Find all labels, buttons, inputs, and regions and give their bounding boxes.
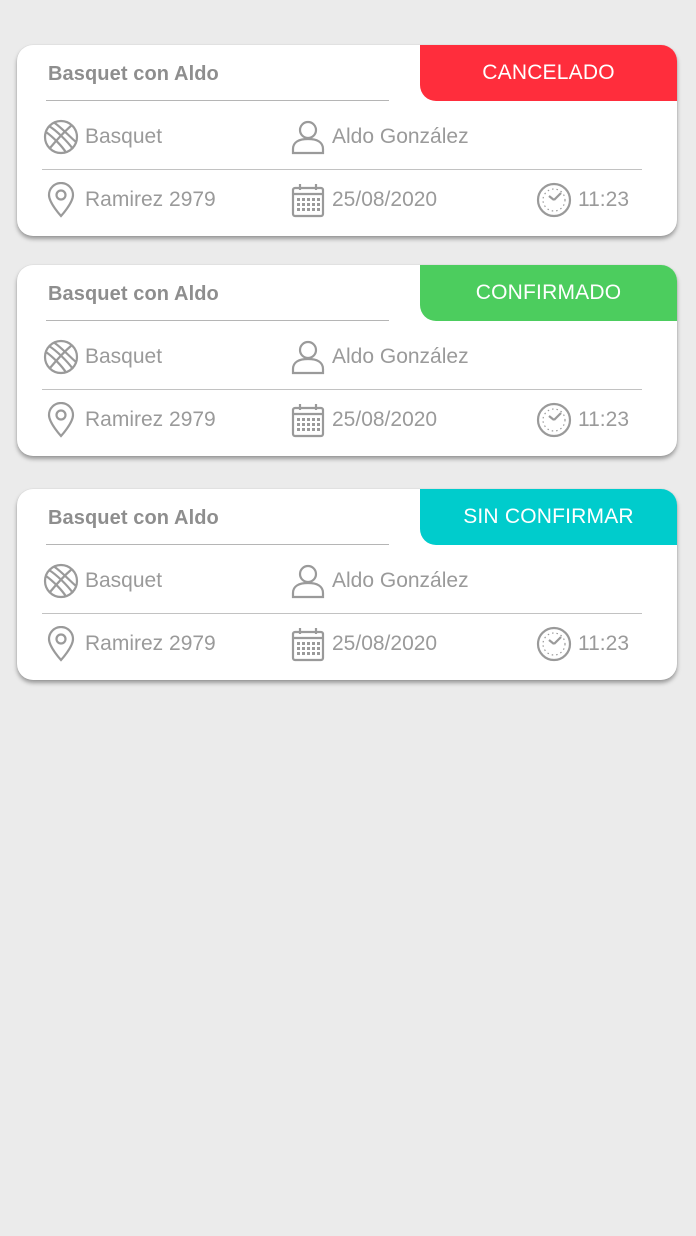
- sport-field: Basquet: [42, 118, 162, 156]
- time-field: 11:23: [535, 401, 629, 439]
- time-label: 11:23: [578, 632, 629, 655]
- address-label: Ramirez 2979: [85, 632, 216, 655]
- title-divider: [46, 100, 389, 101]
- organizer-label: Aldo González: [332, 569, 469, 592]
- date-field: 25/08/2020: [289, 625, 437, 663]
- row-divider: [42, 389, 642, 390]
- date-field: 25/08/2020: [289, 181, 437, 219]
- address-field: Ramirez 2979: [42, 401, 216, 439]
- location-pin-icon: [42, 625, 80, 663]
- event-card[interactable]: Basquet con Aldo CANCELADO Basquet Aldo …: [17, 45, 677, 236]
- basketball-icon: [42, 338, 80, 376]
- sport-field: Basquet: [42, 562, 162, 600]
- person-icon: [289, 338, 327, 376]
- row-divider: [42, 613, 642, 614]
- organizer-label: Aldo González: [332, 345, 469, 368]
- address-field: Ramirez 2979: [42, 625, 216, 663]
- location-pin-icon: [42, 401, 80, 439]
- date-label: 25/08/2020: [332, 632, 438, 655]
- date-label: 25/08/2020: [332, 188, 438, 211]
- status-badge: SIN CONFIRMAR: [420, 489, 677, 545]
- event-card[interactable]: Basquet con Aldo SIN CONFIRMAR Basquet A…: [17, 489, 677, 680]
- person-icon: [289, 562, 327, 600]
- organizer-label: Aldo González: [332, 125, 469, 148]
- date-field: 25/08/2020: [289, 401, 437, 439]
- time-field: 11:23: [535, 181, 629, 219]
- event-title: Basquet con Aldo: [48, 63, 219, 85]
- event-title: Basquet con Aldo: [48, 283, 219, 305]
- date-label: 25/08/2020: [332, 408, 438, 431]
- organizer-field: Aldo González: [289, 338, 469, 376]
- calendar-icon: [289, 401, 327, 439]
- row-divider: [42, 169, 642, 170]
- sport-label: Basquet: [85, 345, 163, 368]
- location-pin-icon: [42, 181, 80, 219]
- title-divider: [46, 544, 389, 545]
- clock-icon: [535, 401, 573, 439]
- status-badge: CANCELADO: [420, 45, 677, 101]
- time-label: 11:23: [578, 408, 629, 431]
- clock-icon: [535, 625, 573, 663]
- person-icon: [289, 118, 327, 156]
- event-title: Basquet con Aldo: [48, 507, 219, 529]
- event-card[interactable]: Basquet con Aldo CONFIRMADO Basquet Aldo…: [17, 265, 677, 456]
- basketball-icon: [42, 562, 80, 600]
- title-divider: [46, 320, 389, 321]
- address-label: Ramirez 2979: [85, 188, 216, 211]
- sport-label: Basquet: [85, 569, 163, 592]
- basketball-icon: [42, 118, 80, 156]
- organizer-field: Aldo González: [289, 118, 469, 156]
- calendar-icon: [289, 625, 327, 663]
- calendar-icon: [289, 181, 327, 219]
- organizer-field: Aldo González: [289, 562, 469, 600]
- time-field: 11:23: [535, 625, 629, 663]
- clock-icon: [535, 181, 573, 219]
- address-label: Ramirez 2979: [85, 408, 216, 431]
- status-badge: CONFIRMADO: [420, 265, 677, 321]
- sport-label: Basquet: [85, 125, 163, 148]
- sport-field: Basquet: [42, 338, 162, 376]
- time-label: 11:23: [578, 188, 629, 211]
- address-field: Ramirez 2979: [42, 181, 216, 219]
